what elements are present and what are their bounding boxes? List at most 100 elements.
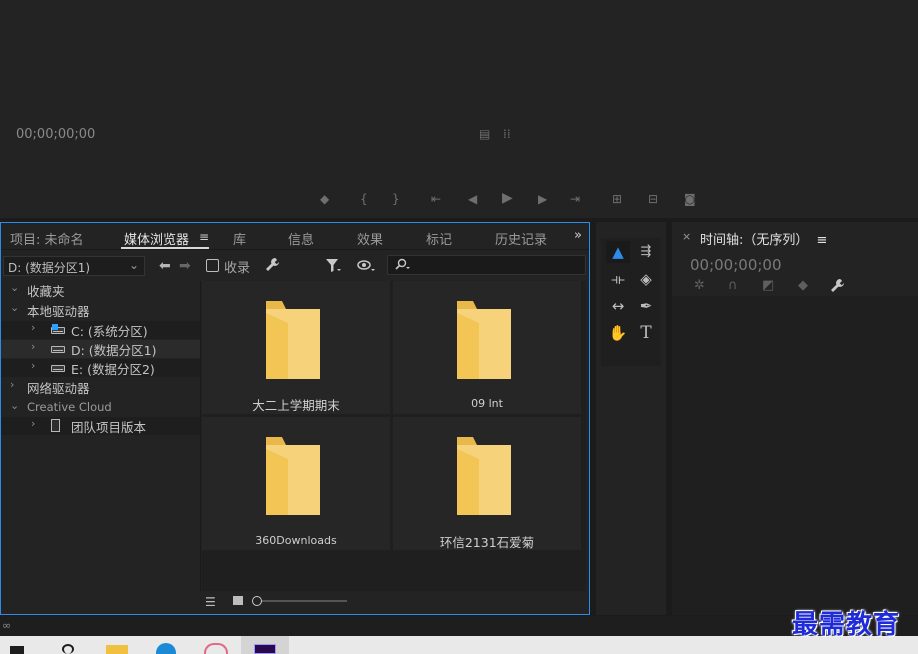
camera-icon[interactable]: ◙: [684, 192, 696, 206]
search-input[interactable]: [387, 255, 586, 275]
razor-tool-icon[interactable]: ◈: [634, 268, 658, 290]
panel-tab-bar: 项目: 未命名 媒体浏览器 ≡ 库 信息 效果 标记 历史记录 »: [1, 223, 589, 250]
media-item-folder[interactable]: 09 lnt: [393, 281, 581, 414]
browser-icon[interactable]: [156, 643, 176, 654]
ripple-edit-tool-icon[interactable]: ⟛: [606, 268, 630, 290]
step-back-icon[interactable]: ◀: [468, 192, 477, 206]
tree-item-local-drives[interactable]: ⌄ 本地驱动器: [1, 301, 200, 319]
tree-item-team-projects[interactable]: › 团队项目版本: [1, 417, 200, 435]
eye-icon[interactable]: [357, 258, 375, 277]
step-forward-icon[interactable]: ▶: [538, 192, 547, 206]
folder-icon: [457, 301, 511, 379]
linked-selection-icon[interactable]: ◩: [762, 278, 774, 293]
chevron-right-icon[interactable]: ›: [31, 417, 35, 430]
tree-item-drive-c[interactable]: › C: (系统分区): [1, 321, 200, 339]
team-project-icon: [51, 419, 60, 432]
chevron-right-icon[interactable]: ›: [31, 340, 35, 353]
tab-info[interactable]: 信息: [288, 229, 314, 248]
play-icon[interactable]: ▶: [502, 191, 513, 205]
back-arrow-icon[interactable]: ⬅: [159, 258, 171, 274]
chevron-down-icon: ⌄: [128, 258, 139, 272]
chevron-right-icon[interactable]: ›: [31, 321, 35, 334]
taskbar-active-app[interactable]: [241, 636, 289, 654]
go-to-out-icon[interactable]: ⇥: [570, 192, 580, 206]
app-icon[interactable]: [204, 643, 228, 654]
panel-menu-icon[interactable]: ≡: [199, 230, 209, 244]
mark-out-icon[interactable]: }: [392, 192, 400, 206]
selection-tool-icon[interactable]: ▲: [606, 241, 630, 263]
panel-menu-icon[interactable]: ≡: [817, 233, 828, 248]
windows-taskbar: [0, 636, 918, 654]
media-grid: 大二上学期期末 09 lnt 360Downloads 环信2131石爱菊: [202, 281, 586, 591]
chevron-down-icon[interactable]: ⌄: [10, 281, 19, 294]
zoom-slider-track[interactable]: [261, 600, 347, 602]
tools-panel: ▲ ⇶ ⟛ ◈ ↔ ✒ ✋ T: [596, 222, 666, 615]
tree-item-drive-e[interactable]: › E: (数据分区2): [1, 359, 200, 377]
filter-icon[interactable]: [325, 258, 341, 277]
tab-media-browser[interactable]: 媒体浏览器: [124, 229, 189, 248]
timeline-panel: × 时间轴:（无序列） ≡ 00;00;00;00 ✲ ∩ ◩ ◆: [672, 222, 918, 615]
media-browser-panel: 项目: 未命名 媒体浏览器 ≡ 库 信息 效果 标记 历史记录 » D: (数据…: [0, 222, 590, 615]
drive-dropdown[interactable]: D: (数据分区1) ⌄: [3, 256, 145, 276]
chevron-right-icon[interactable]: ›: [10, 378, 14, 391]
ingest-label: 收录: [224, 261, 251, 276]
chevron-right-icon[interactable]: ›: [31, 359, 35, 372]
status-bar: ∞: [0, 616, 918, 636]
lift-icon[interactable]: ⊞: [612, 192, 622, 206]
tab-history[interactable]: 历史记录: [495, 229, 547, 248]
file-explorer-icon[interactable]: [106, 645, 128, 654]
zoom-slider-handle[interactable]: [252, 596, 262, 606]
tab-libraries[interactable]: 库: [233, 229, 246, 248]
extract-icon[interactable]: ⊟: [648, 192, 658, 206]
windows-start-icon[interactable]: [10, 646, 24, 654]
list-view-icon[interactable]: ☰: [205, 595, 216, 609]
add-marker-icon[interactable]: ◆: [798, 278, 808, 293]
drive-dropdown-value: D: (数据分区1): [8, 261, 91, 275]
wrench-icon[interactable]: [265, 257, 280, 276]
timeline-timecode[interactable]: 00;00;00;00: [690, 256, 782, 274]
hand-tool-icon[interactable]: ✋: [606, 322, 630, 344]
tab-timeline[interactable]: 时间轴:（无序列） ≡: [700, 229, 827, 248]
tab-markers[interactable]: 标记: [426, 229, 452, 248]
search-icon[interactable]: [62, 644, 74, 654]
tree-item-creative-cloud[interactable]: ⌄ Creative Cloud: [1, 399, 200, 417]
tree-item-network-drives[interactable]: › 网络驱动器: [1, 378, 200, 396]
go-to-in-icon[interactable]: ⇤: [431, 192, 441, 206]
chevron-down-icon[interactable]: ⌄: [10, 399, 19, 412]
search-icon: [394, 258, 412, 275]
close-icon[interactable]: ×: [682, 230, 691, 243]
tab-effects[interactable]: 效果: [357, 229, 383, 248]
folder-icon: [457, 437, 511, 515]
program-monitor: 00;00;00;00 ▤ ⁞⁞ ◆ { } ⇤ ◀ ▶ ▶ ⇥ ⊞ ⊟ ◙: [0, 0, 918, 218]
premiere-pro-icon: [254, 644, 276, 654]
chevron-down-icon[interactable]: ⌄: [10, 301, 19, 314]
forward-arrow-icon[interactable]: ➡: [179, 258, 191, 274]
add-marker-icon[interactable]: ◆: [320, 192, 329, 206]
slip-tool-icon[interactable]: ↔: [606, 295, 630, 317]
active-tab-indicator: [121, 247, 209, 249]
monitor-timecode[interactable]: 00;00;00;00: [16, 127, 95, 142]
creative-cloud-icon[interactable]: ∞: [2, 619, 11, 632]
icon-view-icon[interactable]: [233, 596, 243, 605]
media-item-folder[interactable]: 大二上学期期末: [202, 281, 390, 414]
pen-tool-icon[interactable]: ✒: [634, 295, 658, 317]
safe-margins-icon[interactable]: ▤: [479, 127, 490, 141]
wrench-icon[interactable]: [830, 278, 845, 296]
media-item-folder[interactable]: 360Downloads: [202, 417, 390, 550]
snap-icon[interactable]: ∩: [728, 278, 738, 293]
nest-icon[interactable]: ✲: [694, 278, 705, 293]
mark-in-icon[interactable]: {: [360, 192, 368, 206]
media-item-folder[interactable]: 环信2131石爱菊: [393, 417, 581, 550]
ingest-checkbox[interactable]: [206, 259, 219, 272]
drop-frame-icon[interactable]: ⁞⁞: [503, 127, 511, 141]
folder-tree: ⌄ 收藏夹 ⌄ 本地驱动器 › C: (系统分区) › D: (数据分区1) ›…: [1, 281, 201, 591]
tree-item-favorites[interactable]: ⌄ 收藏夹: [1, 281, 200, 299]
track-select-tool-icon[interactable]: ⇶: [634, 241, 658, 263]
folder-icon: [266, 437, 320, 515]
type-tool-icon[interactable]: T: [634, 322, 658, 344]
tab-project[interactable]: 项目: 未命名: [10, 229, 84, 248]
drive-icon: [51, 324, 65, 334]
tree-item-drive-d[interactable]: › D: (数据分区1): [1, 340, 200, 358]
more-tabs-icon[interactable]: »: [574, 228, 582, 243]
timeline-body[interactable]: [672, 296, 918, 615]
